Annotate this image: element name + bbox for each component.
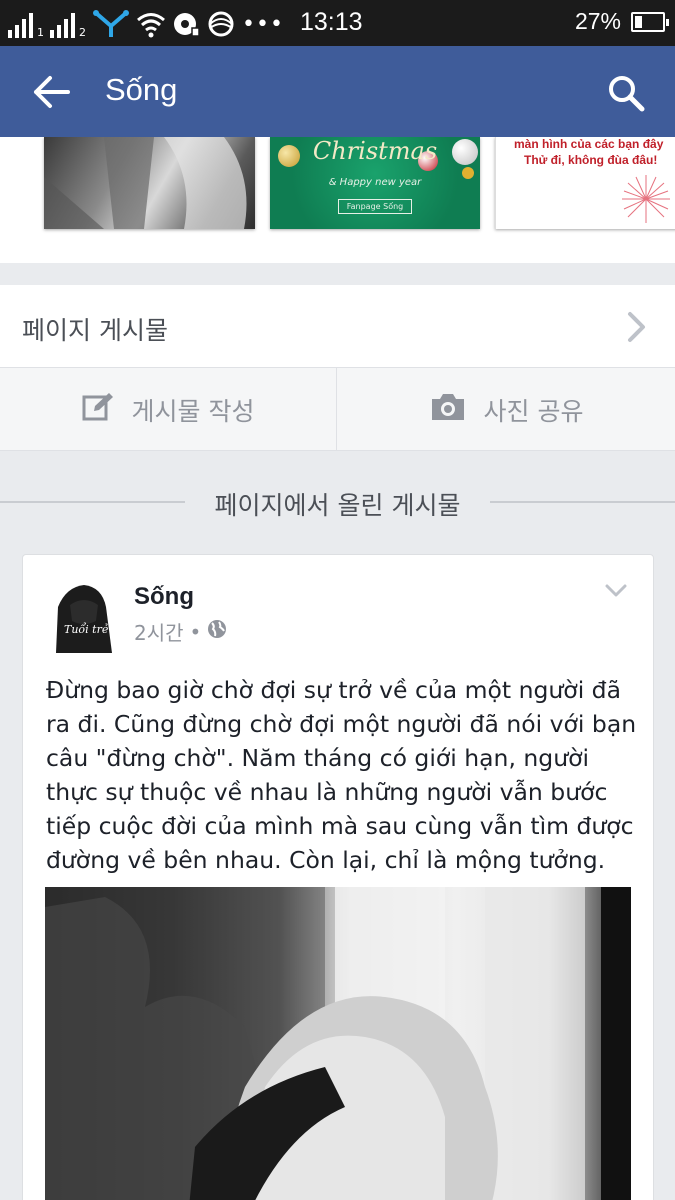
edit-icon [82, 391, 114, 429]
signal-sim2-icon: 2 [50, 10, 86, 38]
chevron-right-icon [627, 311, 647, 343]
status-icons-left: 1 2 ••• [8, 8, 284, 38]
chevron-down-icon[interactable] [605, 583, 627, 597]
post-time[interactable]: 2시간 [134, 617, 184, 646]
christmas-title: Christmas [312, 137, 438, 165]
fanpage-label: Fanpage Sống [338, 199, 412, 214]
search-icon[interactable] [607, 74, 645, 112]
sim1-label: 1 [37, 26, 44, 39]
post-meta: 2시간 • [134, 617, 227, 646]
wifi-icon [136, 10, 166, 38]
section-header: 페이지에서 올린 게시물 [0, 478, 675, 526]
photo-thumbnail-christmas[interactable]: Christmas & Happy new year Fanpage Sống [270, 137, 480, 229]
share-photo-label: 사진 공유 [483, 396, 584, 426]
sim2-label: 2 [79, 26, 86, 39]
christmas-subtitle: & Happy new year [328, 177, 422, 188]
sync-icon [206, 10, 236, 38]
post-text: Đừng bao giờ chờ đợi sự trở về của một n… [46, 676, 637, 874]
status-time: 13:13 [300, 8, 363, 36]
photo-strip: Christmas & Happy new year Fanpage Sống … [0, 137, 675, 263]
page-posts-row[interactable]: 페이지 게시물 [0, 285, 675, 368]
photo-thumbnail-promo[interactable]: màn hình của các bạn đây Thử đi, không đ… [495, 137, 675, 229]
photo-thumbnail-girl[interactable] [44, 137, 255, 229]
page-title: Sống [105, 72, 178, 107]
app-bar: Sống [0, 46, 675, 137]
share-photo-button[interactable]: 사진 공유 [338, 368, 675, 451]
network-activity-icon [92, 10, 130, 38]
meta-separator: • [189, 619, 202, 644]
post-image[interactable] [45, 887, 631, 1200]
nfc-icon [172, 10, 200, 38]
avatar[interactable]: Tuổi trẻ [46, 577, 122, 653]
arrow-left-icon[interactable] [32, 74, 72, 110]
signal-sim1-icon: 1 [8, 10, 44, 38]
post-author[interactable]: Sống [134, 583, 194, 611]
battery-indicator: 27% [574, 8, 669, 35]
avatar-caption: Tuổi trẻ [64, 623, 109, 636]
battery-percent: 27% [574, 8, 621, 34]
write-post-button[interactable]: 게시물 작성 [0, 368, 337, 451]
section-title: 페이지에서 올린 게시물 [214, 491, 461, 520]
composer-actions: 게시물 작성 사진 공유 [0, 368, 675, 451]
page-posts-label: 페이지 게시물 [22, 316, 168, 345]
status-bar: 1 2 ••• 13:13 27% [0, 0, 675, 46]
globe-icon [207, 619, 227, 644]
post-card: Tuổi trẻ Sống 2시간 • Đừng bao giờ chờ đợi… [22, 554, 654, 1200]
divider-right [490, 501, 675, 503]
firework-icon [622, 175, 670, 223]
camera-icon [430, 392, 466, 428]
more-dots-icon: ••• [242, 11, 284, 37]
write-post-label: 게시물 작성 [131, 396, 255, 426]
battery-icon [631, 11, 669, 32]
